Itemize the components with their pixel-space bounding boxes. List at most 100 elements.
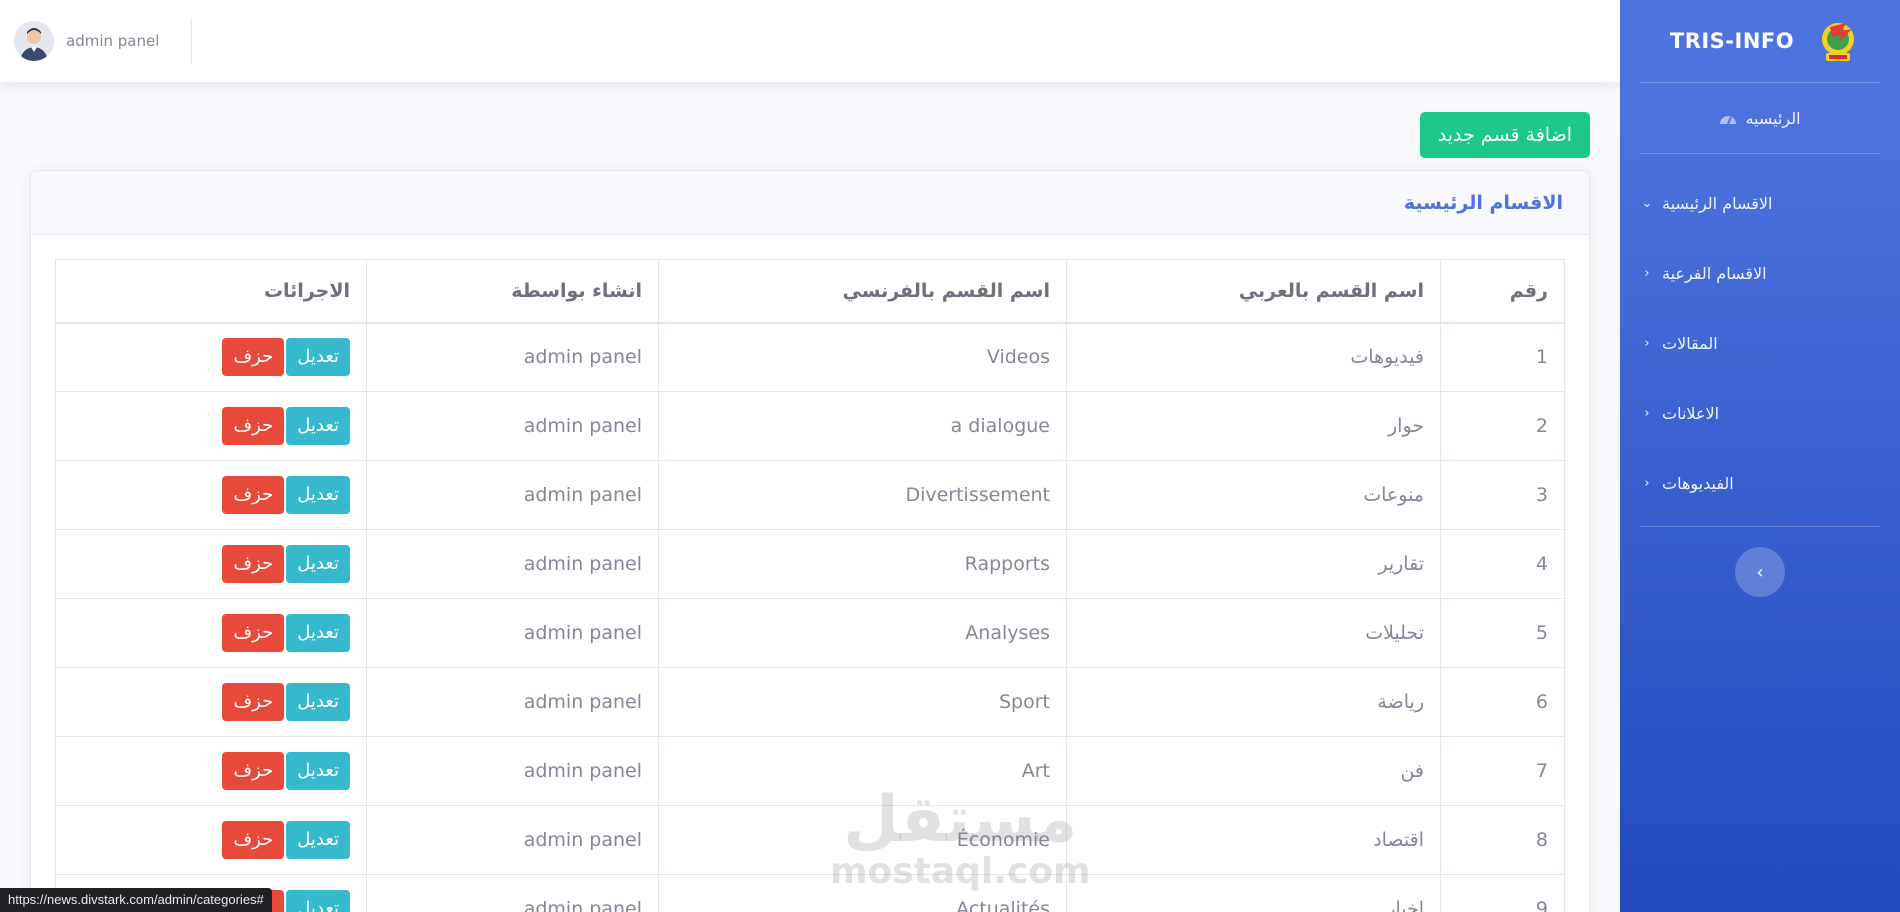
table-row: 8 اقتصاد Économie admin panel تعديل حزف — [55, 805, 1565, 875]
cell-actions: تعديلحزف — [55, 529, 367, 599]
column-header-actions: الاجرائات — [55, 259, 367, 324]
cell-number: 7 — [1440, 736, 1565, 806]
chevron-left-icon: ‹ — [1756, 561, 1764, 583]
table-row: 1 فيديوهات Videos admin panel تعديل حزف — [55, 322, 1565, 392]
edit-button[interactable]: تعديل — [286, 752, 350, 790]
cell-actions: تعديلحزف — [55, 322, 367, 392]
cell-french-name: Actualités — [658, 874, 1067, 912]
table-header-row: رقم اسم القسم بالعربي اسم القسم بالفرنسي… — [55, 259, 1565, 324]
sidebar-item-home[interactable]: الرئيسيه — [1620, 83, 1900, 153]
categories-card: الاقسام الرئيسية رقم اسم القسم بالعربي ا… — [30, 170, 1590, 912]
brand-logo-icon — [1822, 23, 1855, 61]
cell-actions: تعديلحزف — [55, 805, 367, 875]
cell-number: 2 — [1440, 391, 1565, 461]
table-row: 9 اخبار Actualités admin panel تعديلحزف — [55, 874, 1565, 912]
sidebar-item-label: الفيديوهات — [1662, 473, 1734, 493]
cell-french-name: a dialogue — [658, 391, 1067, 461]
sidebar-item-videos[interactable]: الفيديوهات ‹ — [1620, 448, 1900, 518]
cell-actions: تعديلحزف — [55, 460, 367, 530]
delete-button[interactable]: حزف — [222, 407, 285, 445]
cell-number: 1 — [1440, 322, 1565, 392]
edit-button[interactable]: تعديل — [286, 476, 350, 514]
cell-french-name: Économie — [658, 805, 1067, 875]
avatar — [14, 21, 54, 61]
sidebar-menu: الاقسام الرئيسية ⌄ الاقسام الفرعية ‹ الم… — [1620, 154, 1900, 526]
cell-french-name: Divertissement — [658, 460, 1067, 530]
cell-arabic-name: منوعات — [1066, 460, 1441, 530]
cell-number: 5 — [1440, 598, 1565, 668]
delete-button[interactable]: حزف — [222, 614, 285, 652]
sidebar-item-articles[interactable]: المقالات ‹ — [1620, 308, 1900, 378]
brand-name: TRIS-INFO — [1669, 29, 1795, 53]
status-bar-url: https://news.divstark.com/admin/categori… — [0, 888, 272, 912]
table-row: 7 فن Art admin panel تعديل حزف — [55, 736, 1565, 806]
cell-french-name: Art — [658, 736, 1067, 806]
delete-button[interactable]: حزف — [222, 752, 285, 790]
edit-button[interactable]: تعديل — [286, 407, 350, 445]
cell-created-by: admin panel — [366, 874, 659, 912]
categories-table: رقم اسم القسم بالعربي اسم القسم بالفرنسي… — [55, 259, 1565, 912]
edit-button[interactable]: تعديل — [286, 683, 350, 721]
cell-created-by: admin panel — [366, 322, 659, 392]
main-content: اضافة قسم جديد الاقسام الرئيسية رقم اسم … — [0, 82, 1620, 912]
add-category-button[interactable]: اضافة قسم جديد — [1419, 112, 1590, 158]
user-menu[interactable]: admin panel — [0, 18, 193, 64]
sidebar-item-sub-categories[interactable]: الاقسام الفرعية ‹ — [1620, 238, 1900, 308]
cell-created-by: admin panel — [366, 391, 659, 461]
cell-arabic-name: اقتصاد — [1066, 805, 1441, 875]
sidebar-item-main-categories[interactable]: الاقسام الرئيسية ⌄ — [1620, 168, 1900, 238]
user-name: admin panel — [66, 32, 160, 50]
cell-number: 4 — [1440, 529, 1565, 599]
card-header: الاقسام الرئيسية — [31, 171, 1589, 235]
sidebar-item-label: الاقسام الفرعية — [1662, 263, 1767, 283]
cell-arabic-name: تقارير — [1066, 529, 1441, 599]
chevron-down-icon: ⌄ — [1641, 195, 1653, 211]
cell-arabic-name: رياضة — [1066, 667, 1441, 737]
delete-button[interactable]: حزف — [222, 683, 285, 721]
cell-french-name: Rapports — [658, 529, 1067, 599]
cell-number: 9 — [1440, 874, 1565, 912]
edit-button[interactable]: تعديل — [286, 890, 350, 912]
column-header-created-by: انشاء بواسطة — [366, 259, 659, 324]
delete-button[interactable]: حزف — [222, 545, 285, 583]
dashboard-icon — [1720, 116, 1737, 125]
cell-french-name: Videos — [658, 322, 1067, 392]
chevron-left-icon: ‹ — [1644, 475, 1650, 491]
topbar: admin panel — [0, 0, 1620, 82]
cell-created-by: admin panel — [366, 598, 659, 668]
card-title: الاقسام الرئيسية — [1403, 191, 1563, 214]
table-row: 6 رياضة Sport admin panel تعديل حزف — [55, 667, 1565, 737]
sidebar-brand[interactable]: TRIS-INFO — [1620, 0, 1900, 82]
table-row: 5 تحليلات Analyses admin panel تعديل حزف — [55, 598, 1565, 668]
cell-arabic-name: فيديوهات — [1066, 322, 1441, 392]
sidebar-divider — [1640, 526, 1880, 527]
user-avatar-icon — [14, 21, 54, 61]
cell-arabic-name: حوار — [1066, 391, 1441, 461]
cell-actions: تعديلحزف — [55, 598, 367, 668]
cell-created-by: admin panel — [366, 736, 659, 806]
edit-button[interactable]: تعديل — [286, 545, 350, 583]
column-header-french-name: اسم القسم بالفرنسي — [658, 259, 1067, 324]
cell-actions: تعديلحزف — [55, 667, 367, 737]
delete-button[interactable]: حزف — [222, 821, 285, 859]
sidebar-toggle-button[interactable]: ‹ — [1735, 547, 1785, 597]
chevron-left-icon: ‹ — [1644, 405, 1650, 421]
edit-button[interactable]: تعديل — [286, 338, 350, 377]
cell-created-by: admin panel — [366, 667, 659, 737]
sidebar-item-label: الرئيسيه — [1745, 108, 1801, 128]
sidebar-item-ads[interactable]: الاعلانات ‹ — [1620, 378, 1900, 448]
sidebar: TRIS-INFO الرئيسيه الاقسام الرئيسية ⌄ ال… — [1620, 0, 1900, 912]
cell-arabic-name: فن — [1066, 736, 1441, 806]
sidebar-item-label: الاقسام الرئيسية — [1662, 193, 1773, 213]
cell-number: 8 — [1440, 805, 1565, 875]
table-body: 1 فيديوهات Videos admin panel تعديل حزف 2… — [55, 322, 1565, 912]
cell-actions: تعديلحزف — [55, 736, 367, 806]
edit-button[interactable]: تعديل — [286, 614, 350, 652]
delete-button[interactable]: حزف — [222, 338, 285, 377]
table-row: 4 تقارير Rapports admin panel تعديل حزف — [55, 529, 1565, 599]
cell-arabic-name: تحليلات — [1066, 598, 1441, 668]
delete-button[interactable]: حزف — [222, 476, 285, 514]
edit-button[interactable]: تعديل — [286, 821, 350, 859]
sidebar-item-label: الاعلانات — [1662, 403, 1720, 423]
cell-arabic-name: اخبار — [1066, 874, 1441, 912]
